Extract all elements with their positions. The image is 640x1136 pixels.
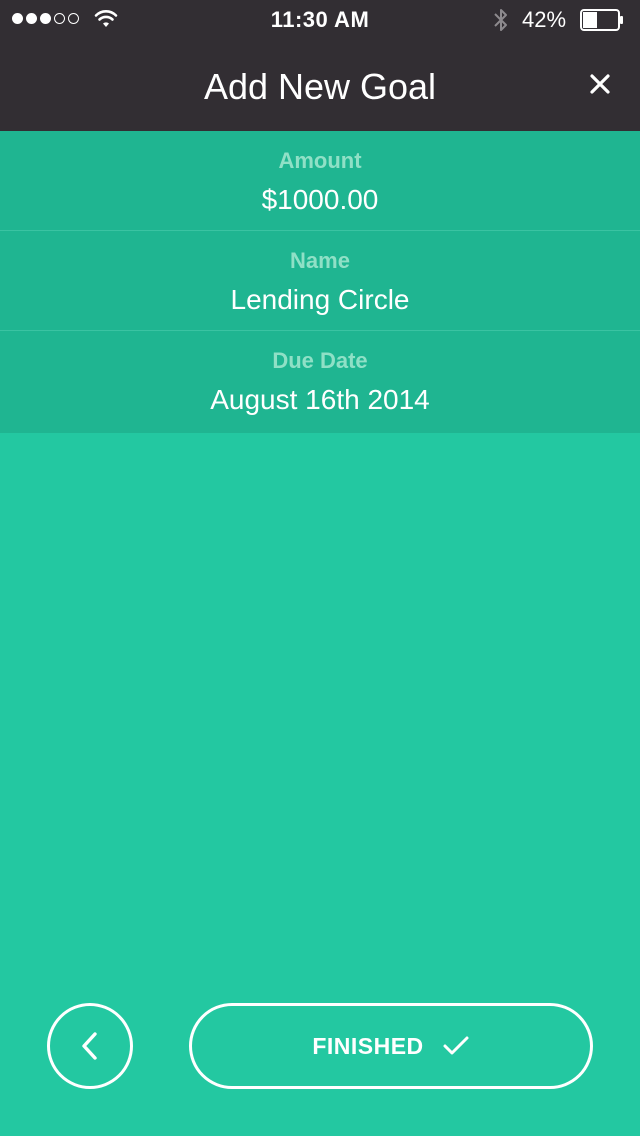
checkmark-icon (443, 1036, 469, 1055)
status-bar: 11:30 AM 42% (0, 0, 640, 40)
close-button[interactable] (582, 66, 618, 102)
name-field[interactable]: Name Lending Circle (0, 231, 640, 331)
chevron-left-icon (82, 1032, 97, 1060)
battery-icon (580, 9, 623, 31)
field-value: Lending Circle (230, 284, 410, 315)
field-label: Due Date (272, 348, 368, 373)
field-label: Amount (278, 148, 362, 173)
field-label: Name (290, 248, 350, 273)
back-button[interactable] (47, 1003, 133, 1089)
goal-form: Amount $1000.00 Name Lending Circle Due … (0, 131, 640, 433)
bluetooth-icon (494, 9, 507, 31)
page-title: Add New Goal (203, 66, 437, 107)
finished-button-label: FINISHED (312, 1032, 424, 1059)
field-value: $1000.00 (261, 184, 379, 215)
field-value: August 16th 2014 (210, 384, 430, 415)
close-icon (590, 74, 610, 94)
due-date-field[interactable]: Due Date August 16th 2014 (0, 331, 640, 433)
amount-field[interactable]: Amount $1000.00 (0, 131, 640, 231)
finished-button[interactable]: FINISHED (189, 1003, 593, 1089)
battery-percent: 42% (522, 7, 567, 32)
battery-fill (583, 12, 597, 28)
header-bar: Add New Goal (0, 40, 640, 131)
